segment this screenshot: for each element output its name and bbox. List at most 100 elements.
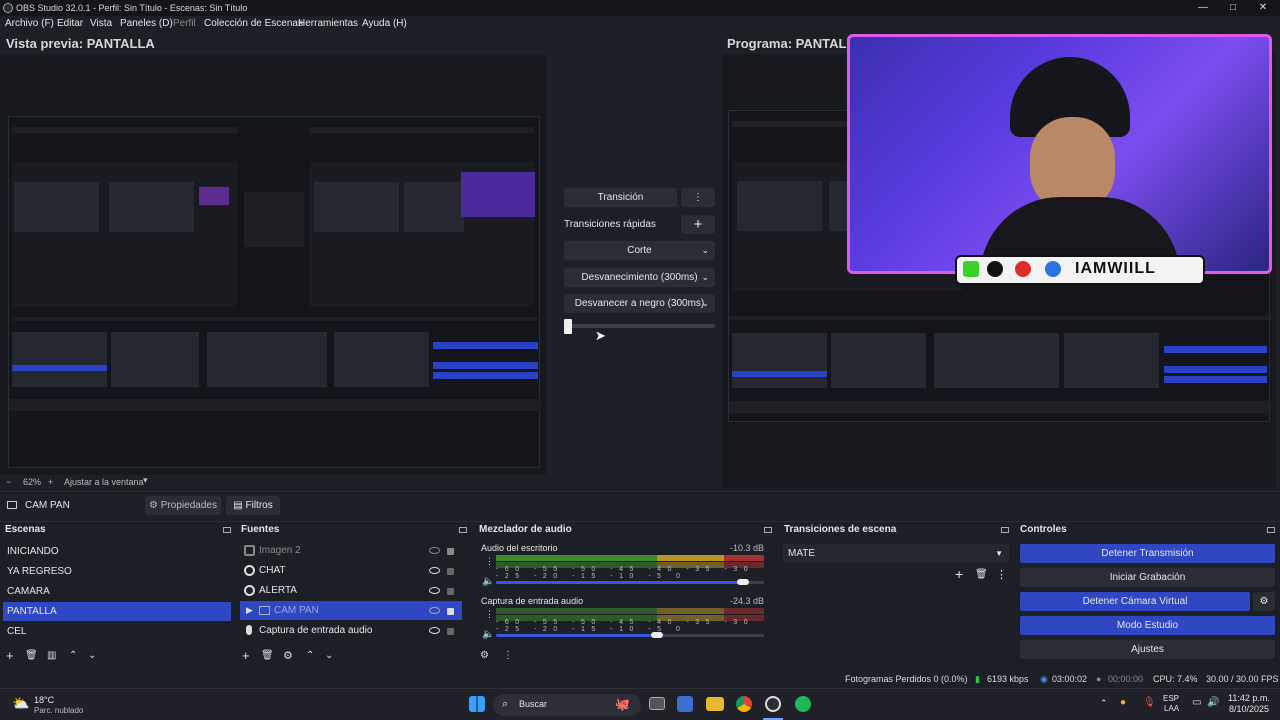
preview-canvas[interactable]: − 62% + Ajustar a la ventana ▾ bbox=[0, 54, 546, 487]
undock-icon[interactable] bbox=[764, 527, 772, 533]
weather-text[interactable]: Parc. nublado bbox=[34, 706, 83, 715]
lock-icon[interactable] bbox=[447, 568, 454, 575]
source-item-selected[interactable]: ▶ CAM PAN bbox=[240, 601, 462, 620]
menu-herramientas[interactable]: Herramientas bbox=[298, 18, 358, 29]
visibility-icon[interactable] bbox=[429, 587, 440, 594]
lock-icon[interactable] bbox=[447, 548, 454, 555]
microphone-in-use-icon[interactable]: 🎙 bbox=[1143, 697, 1156, 708]
source-item[interactable]: ALERTA bbox=[240, 581, 462, 600]
quick-transition-fade[interactable]: Desvanecimiento (300ms) ⌄ bbox=[564, 268, 715, 287]
clock-time[interactable]: 11:42 p.m. bbox=[1228, 693, 1270, 703]
display-icon[interactable]: ▭ bbox=[1192, 697, 1201, 708]
obs-taskbar-icon[interactable] bbox=[765, 696, 781, 712]
source-item[interactable]: CHAT bbox=[240, 561, 462, 580]
volume-slider[interactable] bbox=[496, 632, 764, 638]
undock-icon[interactable] bbox=[223, 527, 231, 533]
taskbar-search[interactable]: ⌕ Buscar 🐙 bbox=[493, 694, 641, 716]
volume-slider[interactable] bbox=[496, 579, 764, 585]
add-quick-transition-button[interactable]: + bbox=[681, 215, 715, 234]
visibility-icon[interactable] bbox=[429, 627, 440, 634]
menu-ayuda[interactable]: Ayuda (H) bbox=[362, 18, 407, 29]
t-bar-handle[interactable] bbox=[564, 319, 572, 334]
properties-button[interactable]: ⚙ Propiedades bbox=[145, 496, 221, 515]
stop-streaming-button[interactable]: Detener Transmisión bbox=[1020, 544, 1275, 563]
stop-virtual-camera-button[interactable]: Detener Cámara Virtual bbox=[1020, 592, 1250, 611]
visibility-hidden-icon[interactable] bbox=[429, 607, 440, 614]
lock-icon[interactable] bbox=[447, 588, 454, 595]
undock-icon[interactable] bbox=[1001, 527, 1009, 533]
expand-group-icon[interactable]: ▶ bbox=[246, 601, 253, 620]
zoom-plus[interactable]: + bbox=[48, 477, 53, 487]
settings-button[interactable]: Ajustes bbox=[1020, 640, 1275, 659]
remove-source-icon[interactable]: 🗑 bbox=[261, 650, 274, 661]
lock-icon[interactable] bbox=[447, 608, 454, 615]
tray-chevron-icon[interactable]: ⌃ bbox=[1100, 698, 1108, 709]
file-explorer-icon[interactable] bbox=[706, 697, 724, 711]
menu-perfil[interactable]: Perfil bbox=[173, 18, 196, 29]
transition-menu-icon[interactable]: ⋮ bbox=[996, 568, 1007, 581]
undock-icon[interactable] bbox=[459, 527, 467, 533]
tray-app-icon[interactable]: ● bbox=[1120, 697, 1126, 708]
source-settings-icon[interactable]: ⚙ bbox=[283, 649, 293, 662]
transition-menu-icon[interactable]: ⋮ bbox=[681, 188, 715, 207]
quick-transition-corte[interactable]: Corte ⌄ bbox=[564, 241, 715, 260]
mixer-menu-icon[interactable]: ⋮ bbox=[503, 650, 513, 661]
virtual-camera-settings-icon[interactable]: ⚙ bbox=[1253, 592, 1275, 611]
temperature[interactable]: 18°C bbox=[34, 695, 54, 705]
chrome-icon[interactable] bbox=[736, 696, 752, 712]
scene-filters-icon[interactable]: ▥ bbox=[47, 650, 56, 661]
speaker-icon[interactable]: 🔈 bbox=[482, 576, 494, 587]
remove-scene-icon[interactable]: 🗑 bbox=[25, 650, 38, 661]
chevron-down-icon[interactable]: ▾ bbox=[143, 475, 148, 486]
weather-icon[interactable]: ⛅ bbox=[12, 695, 29, 712]
scene-item[interactable]: INICIANDO bbox=[3, 542, 231, 561]
scene-item[interactable]: YA REGRESO bbox=[3, 562, 231, 581]
mixer-settings-icon[interactable]: ⚙ bbox=[480, 650, 489, 661]
menu-paneles[interactable]: Paneles (D) bbox=[120, 18, 173, 29]
transition-select[interactable]: MATE ▼ bbox=[783, 544, 1009, 563]
zoom-minus[interactable]: − bbox=[6, 477, 11, 487]
menu-archivo[interactable]: Archivo (F) bbox=[5, 18, 54, 29]
menu-coleccion-escenas[interactable]: Colección de Escenas bbox=[204, 18, 303, 29]
menu-vista[interactable]: Vista bbox=[90, 18, 112, 29]
fit-window-select[interactable]: Ajustar a la ventana bbox=[64, 477, 144, 487]
speaker-icon[interactable]: 🔈 bbox=[482, 629, 494, 640]
language-indicator[interactable]: ESP bbox=[1163, 694, 1179, 703]
spotify-icon[interactable] bbox=[795, 696, 811, 712]
channel-menu-icon[interactable]: ⋮ bbox=[485, 609, 494, 620]
language-variant[interactable]: LAA bbox=[1164, 704, 1179, 713]
visibility-icon[interactable] bbox=[429, 567, 440, 574]
windows-start-icon[interactable] bbox=[469, 696, 485, 712]
source-item[interactable]: Captura de entrada audio bbox=[240, 621, 462, 640]
move-down-icon[interactable]: ⌄ bbox=[88, 650, 96, 661]
menu-editar[interactable]: Editar bbox=[57, 18, 83, 29]
maximize-button[interactable]: □ bbox=[1218, 0, 1248, 16]
transition-button[interactable]: Transición bbox=[564, 188, 677, 207]
scene-item[interactable]: CAMARA bbox=[3, 582, 231, 601]
clock-date[interactable]: 8/10/2025 bbox=[1229, 704, 1269, 714]
move-up-icon[interactable]: ⌃ bbox=[306, 650, 314, 661]
channel-menu-icon[interactable]: ⋮ bbox=[485, 556, 494, 567]
t-bar-slider[interactable] bbox=[564, 324, 715, 328]
scene-item[interactable]: CEL bbox=[3, 622, 231, 641]
add-source-icon[interactable]: + bbox=[242, 648, 250, 663]
store-icon[interactable] bbox=[677, 696, 693, 712]
move-up-icon[interactable]: ⌃ bbox=[69, 650, 77, 661]
filters-button[interactable]: ▤ Filtros bbox=[226, 496, 280, 515]
source-item[interactable]: Imagen 2 bbox=[240, 541, 462, 560]
move-down-icon[interactable]: ⌄ bbox=[325, 650, 333, 661]
close-button[interactable]: ✕ bbox=[1248, 0, 1278, 16]
minimize-button[interactable]: — bbox=[1188, 0, 1218, 16]
add-transition-icon[interactable]: + bbox=[955, 566, 963, 582]
visibility-hidden-icon[interactable] bbox=[429, 547, 440, 554]
start-recording-button[interactable]: Iniciar Grabación bbox=[1020, 568, 1275, 587]
task-view-icon[interactable] bbox=[649, 697, 665, 710]
volume-icon[interactable]: 🔊 bbox=[1207, 697, 1219, 708]
scene-item-selected[interactable]: PANTALLA bbox=[3, 602, 231, 621]
undock-icon[interactable] bbox=[1267, 527, 1275, 533]
add-scene-icon[interactable]: + bbox=[6, 648, 14, 663]
quick-transition-fade-black[interactable]: Desvanecer a negro (300ms) ⌄ bbox=[564, 294, 715, 313]
remove-transition-icon[interactable]: 🗑 bbox=[975, 569, 988, 580]
lock-icon[interactable] bbox=[447, 628, 454, 635]
studio-mode-button[interactable]: Modo Estudio bbox=[1020, 616, 1275, 635]
